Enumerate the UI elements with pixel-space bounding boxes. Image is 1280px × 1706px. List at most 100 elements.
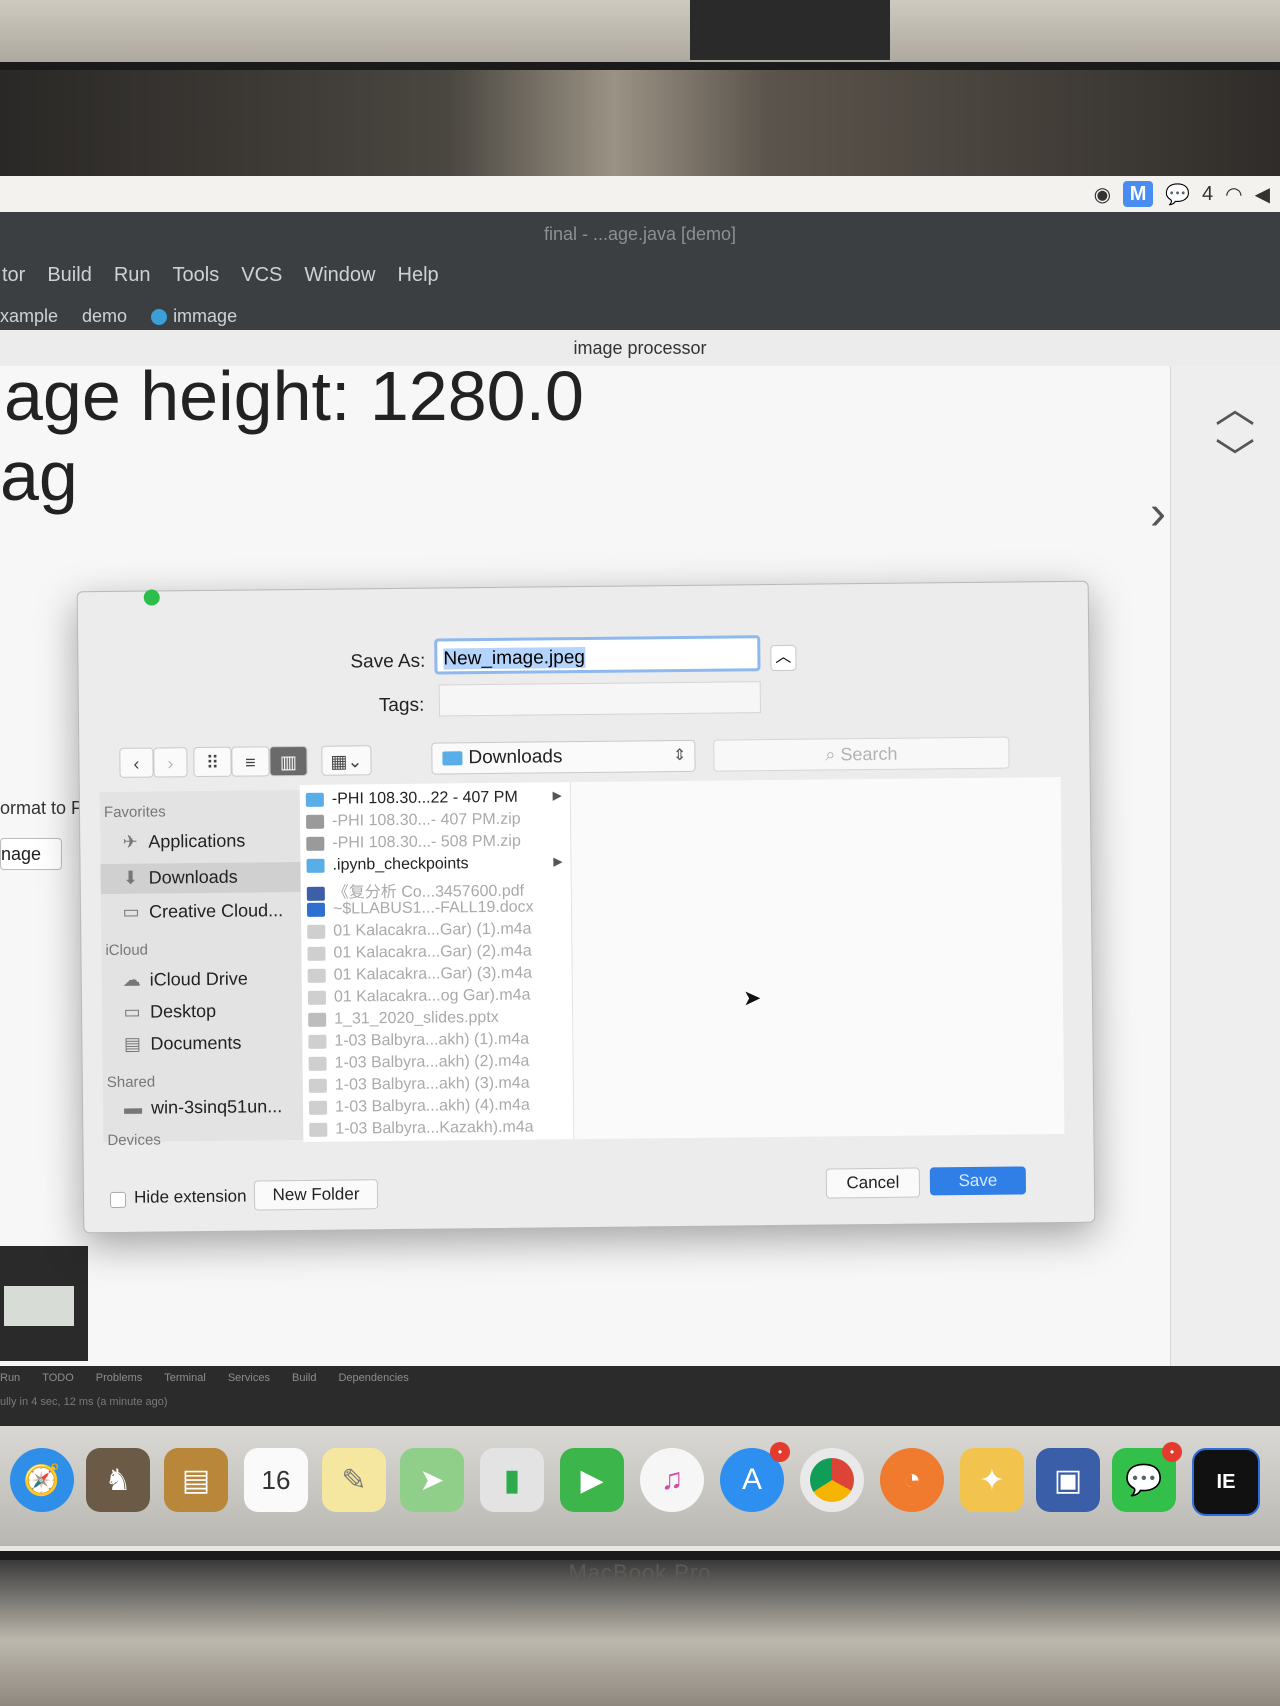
chevron-right-icon: › [167,753,174,774]
list-view-button[interactable]: ≡ [231,746,270,777]
breadcrumb-demo[interactable]: demo [82,306,127,327]
menu-run[interactable]: Run [112,264,153,287]
menu-tools[interactable]: Tools [171,264,222,287]
location-popup[interactable]: Downloads ⇕ [431,739,696,775]
tab-dependencies[interactable]: Dependencies [338,1372,408,1384]
dock: 🧭 ♞ ▤ 16 ✎ ➤ ▮ ▶ ♫ A • ◔ ✦ ▣ 💬 • IE [0,1426,1280,1546]
laptop-label: MacBook Pro [568,1560,712,1585]
tab-run[interactable]: Run [0,1372,20,1384]
tab-terminal[interactable]: Terminal [164,1372,206,1384]
breadcrumb-module-label: immage [173,306,238,326]
numbers-icon[interactable]: ▮ [480,1448,544,1512]
file-row: 1_31_2020_slides.pptx [302,1008,572,1033]
sidebar-item-downloads[interactable]: ⬇ Downloads [119,867,238,889]
search-input[interactable]: ⌕ Search [713,736,1010,772]
new-folder-button[interactable]: New Folder [253,1179,379,1211]
image-button[interactable]: nage [0,838,62,870]
notes-icon[interactable]: ✎ [322,1448,386,1512]
thumbnail-photo [4,1286,74,1326]
chevron-left-icon: ‹ [133,753,140,774]
mouse-cursor-icon: ➤ [742,985,762,1011]
file-name: -PHI 108.30...22 - 407 PM [331,788,518,808]
tab-build[interactable]: Build [292,1372,316,1384]
itunes-icon[interactable]: ♫ [640,1448,704,1512]
hide-extension-label: Hide extension [133,1186,247,1207]
safari-icon[interactable]: 🧭 [10,1448,74,1512]
maps-icon[interactable]: ➤ [400,1448,464,1512]
menu-vcs[interactable]: VCS [239,264,284,287]
desktop-icon: ▭ [123,1001,141,1022]
tab-problems[interactable]: Problems [96,1372,142,1384]
tab-todo[interactable]: TODO [42,1372,74,1384]
sidebar-item-documents[interactable]: ▤ Documents [120,1033,242,1055]
file-name: 1-03 Balbyra...akh) (4).m4a [334,1096,530,1116]
next-arrow-icon[interactable]: › [1150,486,1166,541]
menu-editor[interactable]: tor [0,264,27,287]
audio-file-icon [308,1078,327,1093]
grid-icon: ⠿ [205,752,220,773]
color-sync-icon[interactable]: ◉ [1094,182,1111,207]
scroll-down-icon[interactable]: ﹀ [1215,426,1255,484]
sidebar-item-label: win-3sinq51un... [150,1096,283,1118]
sidebar-item-icloud-drive[interactable]: ☁ iCloud Drive [120,969,248,991]
breadcrumb-project[interactable]: xample [0,306,58,327]
volume-icon[interactable]: ◀ [1255,182,1270,207]
menu-window[interactable]: Window [302,264,377,287]
calendar-icon[interactable]: 16 [244,1448,308,1512]
ide-window-title: final - ...age.java [demo] [543,224,737,244]
file-browser-column: -PHI 108.30...22 - 407 PM ▶ -PHI 108.30...… [299,782,575,1142]
stuffit-icon[interactable]: ✦ [960,1448,1024,1512]
hide-extension-checkbox[interactable] [109,1191,127,1208]
tags-field[interactable] [438,681,761,717]
zoom-button[interactable] [143,589,160,606]
app-store-icon[interactable]: A • [720,1442,790,1512]
app-side-panel [1170,366,1280,1366]
sidebar-item-applications[interactable]: ✈ Applications [118,831,246,853]
file-row[interactable]: .ipynb_checkpoints ▶ [300,854,570,879]
image-thumbnail[interactable] [0,1246,88,1361]
file-name: 1-03 Balbyra...akh) (2).m4a [334,1052,530,1072]
ide-tool-tabs: Run TODO Problems Terminal Services Buil… [0,1372,409,1384]
notefile-icon[interactable]: ▤ [164,1448,228,1512]
image-height-text: age height: 1280.0 [4,357,584,435]
computer-icon: ▬ [123,1097,143,1118]
intellij-icon[interactable]: IE [1192,1448,1260,1516]
breadcrumb-module[interactable]: immage [151,306,237,327]
file-row: 1-03 Balbyra...akh) (2).m4a [303,1052,573,1077]
cancel-button[interactable]: Cancel [825,1167,921,1199]
wifi-icon[interactable]: ◠ [1225,182,1242,207]
search-placeholder: Search [840,743,898,765]
column-view-button[interactable]: ▥ [269,745,308,777]
save-as-value: New_image.jpeg [443,646,586,670]
sidebar-item-shared-pc[interactable]: ▬ win-3sinq51un... [121,1096,282,1119]
zip-file-icon [306,836,325,851]
disclosure-arrow-icon: ▶ [552,788,562,803]
save-as-field[interactable]: New_image.jpeg [434,635,761,675]
tab-services[interactable]: Services [228,1372,270,1384]
file-row: 01 Kalacakra...Gar) (2).m4a [301,942,571,967]
back-button[interactable]: ‹ [119,747,154,778]
group-view-button[interactable]: ▦⌄ [321,745,372,776]
sidebar-item-creative-cloud[interactable]: ▭ Creative Cloud... [119,900,283,923]
malwarebytes-icon[interactable]: M [1123,181,1154,207]
file-row[interactable]: -PHI 108.30...22 - 407 PM ▶ [300,788,570,813]
wechat-icon[interactable]: 💬 [1165,182,1190,207]
virtualbox-icon[interactable]: ▣ [1036,1448,1100,1512]
facetime-icon[interactable]: ▶ [560,1448,624,1512]
columns-icon: ▥ [279,752,298,773]
firefox-icon[interactable]: ◔ [880,1448,944,1512]
collapse-button[interactable]: ︿ [770,644,797,672]
wechat-dock-icon[interactable]: 💬 • [1112,1442,1182,1512]
ide-status-text: ully in 4 sec, 12 ms (a minute ago) [0,1396,168,1408]
menu-build[interactable]: Build [45,264,93,287]
ide-menu: tor Build Run Tools VCS Window Help [0,264,441,287]
save-button[interactable]: Save [929,1166,1027,1196]
icon-view-button[interactable]: ⠿ [193,746,232,778]
menu-help[interactable]: Help [396,264,441,287]
chrome-icon[interactable] [800,1448,864,1512]
forward-button[interactable]: › [153,747,188,778]
sidebar-item-desktop[interactable]: ▭ Desktop [120,1001,216,1023]
file-name: 01 Kalacakra...Gar) (1).m4a [333,920,532,940]
sidebar-item-label: Downloads [148,866,238,888]
chess-icon[interactable]: ♞ [86,1448,150,1512]
